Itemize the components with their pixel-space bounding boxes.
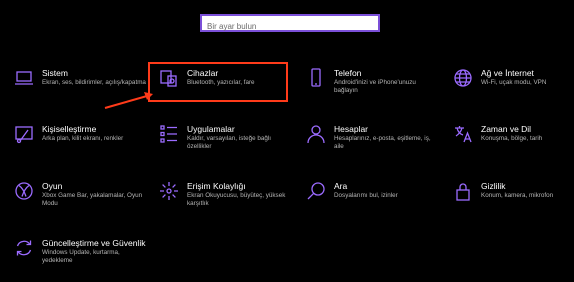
tile-title: Sistem (42, 68, 68, 78)
tile-title: Erişim Kolaylığı (187, 181, 246, 191)
ease-of-access-icon (159, 181, 179, 201)
tile-description: Ekran, ses, bildirimler, açılış/kapatma (42, 79, 146, 86)
xbox-icon (14, 181, 34, 201)
lock-icon (453, 181, 473, 201)
tile-apps[interactable]: Uygulamalar Kaldır, varsayılan, isteğe b… (159, 124, 295, 164)
tile-phone[interactable]: Telefon Android'inizi ve iPhone'unuzu ba… (306, 68, 442, 108)
search-input[interactable] (202, 19, 378, 34)
tile-gaming[interactable]: Oyun Xbox Game Bar, yakalamalar, Oyun Mo… (14, 181, 150, 221)
tile-description: Wi-Fi, uçak modu, VPN (481, 79, 547, 86)
tile-description: Arka plan, kilit ekranı, renkler (42, 135, 124, 142)
tile-title: Güncelleştirme ve Güvenlik (42, 238, 146, 248)
tile-description: Dosyalarımı bul, izinler (334, 192, 398, 199)
tile-description: Android'inizi ve iPhone'unuzu bağlayın (334, 79, 416, 95)
tile-time-language[interactable]: Zaman ve Dil Konuşma, bölge, tarih (453, 124, 574, 164)
highlight-box (148, 62, 288, 102)
tile-accounts[interactable]: Hesaplar Hesaplarınız, e-posta, eşitleme… (306, 124, 442, 164)
tile-description: Kaldır, varsayılan, isteğe bağlı özellik… (187, 135, 272, 151)
tile-title: Ağ ve İnternet (481, 68, 534, 78)
phone-icon (306, 68, 326, 88)
tile-personalization[interactable]: Kişiselleştirme Arka plan, kilit ekranı,… (14, 124, 150, 164)
language-icon (453, 124, 473, 144)
search-box[interactable] (200, 14, 380, 34)
paintbrush-icon (14, 124, 34, 144)
tile-description: Xbox Game Bar, yakalamalar, Oyun Modu (42, 192, 143, 208)
tile-privacy[interactable]: Gizlilik Konum, kamera, mikrofon (453, 181, 574, 221)
tile-description: Hesaplarınız, e-posta, eşitleme, iş, ail… (334, 135, 431, 151)
apps-list-icon (159, 124, 179, 144)
tile-title: Uygulamalar (187, 124, 235, 134)
tile-network[interactable]: Ağ ve İnternet Wi-Fi, uçak modu, VPN (453, 68, 574, 108)
tile-title: Telefon (334, 68, 362, 78)
person-icon (306, 124, 326, 144)
tile-description: Konum, kamera, mikrofon (481, 192, 554, 199)
tile-title: Hesaplar (334, 124, 369, 134)
update-icon (14, 238, 34, 258)
tile-description: Ekran Okuyucusu, büyüteç, yüksek karşıtl… (187, 192, 286, 208)
tile-title: Oyun (42, 181, 63, 191)
laptop-icon (14, 68, 34, 88)
tile-ease-of-access[interactable]: Erişim Kolaylığı Ekran Okuyucusu, büyüte… (159, 181, 295, 221)
tile-title: Ara (334, 181, 348, 191)
tile-description: Windows Update, kurtarma, yedekleme (42, 249, 120, 265)
arrow-annotation (104, 92, 153, 109)
tile-title: Zaman ve Dil (481, 124, 532, 134)
tile-search[interactable]: Ara Dosyalarımı bul, izinler (306, 181, 442, 221)
tile-title: Gizlilik (481, 181, 506, 191)
tile-description: Konuşma, bölge, tarih (481, 135, 543, 142)
tile-update-security[interactable]: Güncelleştirme ve Güvenlik Windows Updat… (14, 238, 150, 278)
tile-title: Kişiselleştirme (42, 124, 97, 134)
search-icon (306, 181, 326, 201)
globe-icon (453, 68, 473, 88)
